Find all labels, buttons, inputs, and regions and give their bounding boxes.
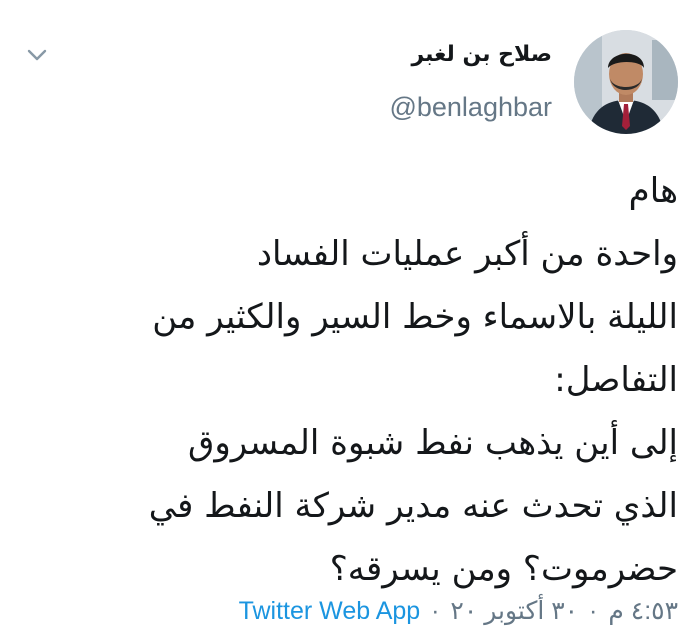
tweet-text: هام واحدة من أكبر عمليات الفساد الليلة ب… (30, 160, 678, 601)
chevron-down-icon[interactable] (22, 40, 52, 70)
tweet-card: صلاح بن لغبر @benlaghbar هام واحدة من أك… (0, 0, 700, 644)
tweet-line: الذي تحدث عنه مدير شركة النفط في (148, 486, 678, 526)
tweet-line: التفاصل: (554, 360, 678, 400)
author-info: صلاح بن لغبر @benlaghbar (389, 38, 552, 124)
author-display-name[interactable]: صلاح بن لغبر (389, 38, 552, 72)
tweet-line: الليلة بالاسماء وخط السير والكثير من (152, 297, 678, 337)
tweet-line: إلى أين يذهب نفط شبوة المسروق (187, 423, 678, 463)
tweet-line: هام (628, 171, 678, 211)
tweet-line: حضرموت؟ ومن يسرقه؟ (329, 549, 678, 589)
source-app-link[interactable]: Twitter Web App (239, 597, 421, 625)
tweet-date[interactable]: ٣٠ أكتوبر ٢٠ (450, 597, 578, 625)
meta-separator: · (431, 597, 440, 625)
author-handle[interactable]: @benlaghbar (389, 90, 552, 124)
tweet-line: واحدة من أكبر عمليات الفساد (256, 234, 678, 274)
tweet-meta: ٤:٥٣ م · ٣٠ أكتوبر ٢٠ · Twitter Web App (239, 596, 678, 626)
tweet-time[interactable]: ٤:٥٣ م (608, 597, 678, 625)
meta-separator: · (589, 597, 598, 625)
avatar[interactable] (574, 30, 678, 134)
tweet-header: صلاح بن لغبر @benlaghbar (22, 30, 678, 140)
